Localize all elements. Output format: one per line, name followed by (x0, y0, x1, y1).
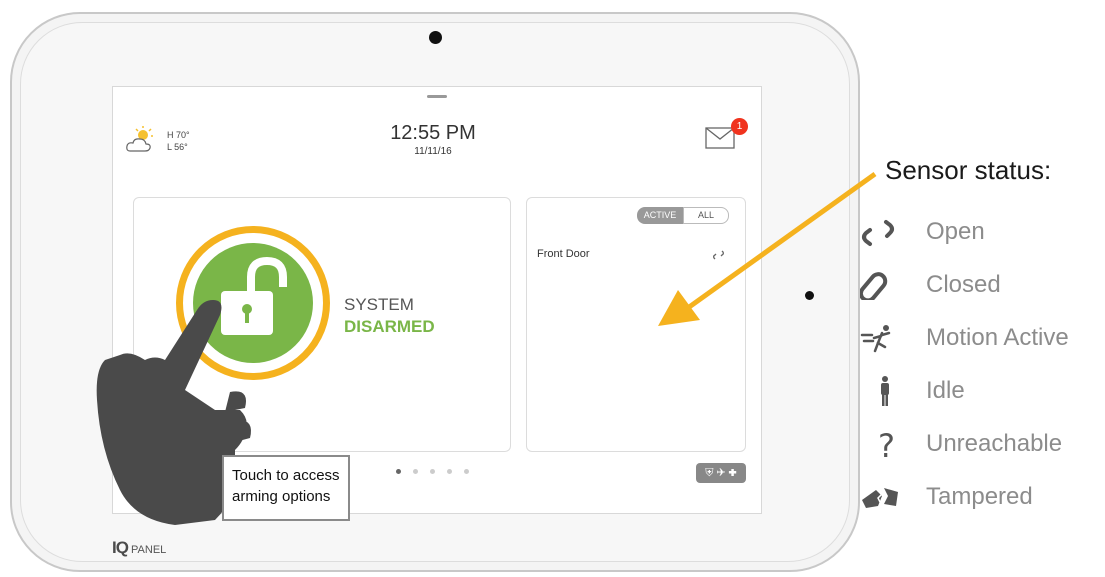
standing-person-icon (881, 376, 889, 406)
arming-hint-callout: Touch to access arming options (222, 455, 350, 521)
legend-item-closed: Closed (860, 268, 1105, 302)
pointer-arrow (658, 171, 877, 326)
temp-high: H 70° (167, 130, 190, 140)
message-count-badge: 1 (731, 118, 748, 135)
clock-date: 11/11/16 (414, 146, 452, 157)
running-person-icon (860, 325, 891, 353)
emergency-button[interactable]: ⛨ ✈ ✚ (696, 463, 746, 483)
partly-cloudy-icon (126, 126, 153, 152)
legend-label: Motion Active (926, 324, 1069, 351)
page-dot[interactable] (464, 469, 469, 474)
question-mark-icon: ? (878, 429, 895, 459)
temperature-readout: H 70° L 56° (167, 129, 207, 153)
legend-item-tampered: Tampered (860, 480, 1105, 514)
open-link-icon (862, 220, 894, 246)
brand-logo: IQ PANEL (112, 538, 166, 558)
legend-label: Unreachable (926, 430, 1063, 457)
legend-label: Open (926, 218, 985, 245)
closed-link-icon (860, 272, 888, 300)
temp-low: L 56° (167, 142, 188, 152)
legend-label: Tampered (926, 483, 1033, 510)
legend-label: Closed (926, 271, 1001, 298)
legend-title: Sensor status: (885, 155, 1052, 185)
svg-text:?: ? (878, 429, 895, 459)
legend-label: Idle (926, 377, 965, 404)
page-dot[interactable] (447, 469, 452, 474)
envelope-icon[interactable] (705, 127, 735, 149)
brand-sub: PANEL (131, 544, 167, 556)
page-dot[interactable] (413, 469, 418, 474)
legend-item-motion-active: Motion Active (860, 321, 1105, 355)
system-status-label: SYSTEM DISARMED (344, 294, 435, 338)
status-line-disarmed: DISARMED (344, 317, 435, 336)
clock: 12:55 PM 11/11/16 (343, 121, 523, 159)
page-dot[interactable] (396, 469, 401, 474)
clock-time: 12:55 PM (390, 122, 476, 144)
legend-item-idle: Idle (860, 374, 1105, 408)
legend-item-open: Open (860, 215, 1105, 249)
brand-main: IQ (112, 538, 129, 557)
pull-down-handle[interactable] (427, 95, 447, 98)
page-dot[interactable] (430, 469, 435, 474)
sensor-name: Front Door (537, 248, 590, 260)
broken-device-icon (862, 487, 898, 508)
status-line-system: SYSTEM (344, 295, 414, 314)
camera-lens (429, 31, 442, 44)
legend-item-unreachable: ? Unreachable (860, 427, 1105, 461)
